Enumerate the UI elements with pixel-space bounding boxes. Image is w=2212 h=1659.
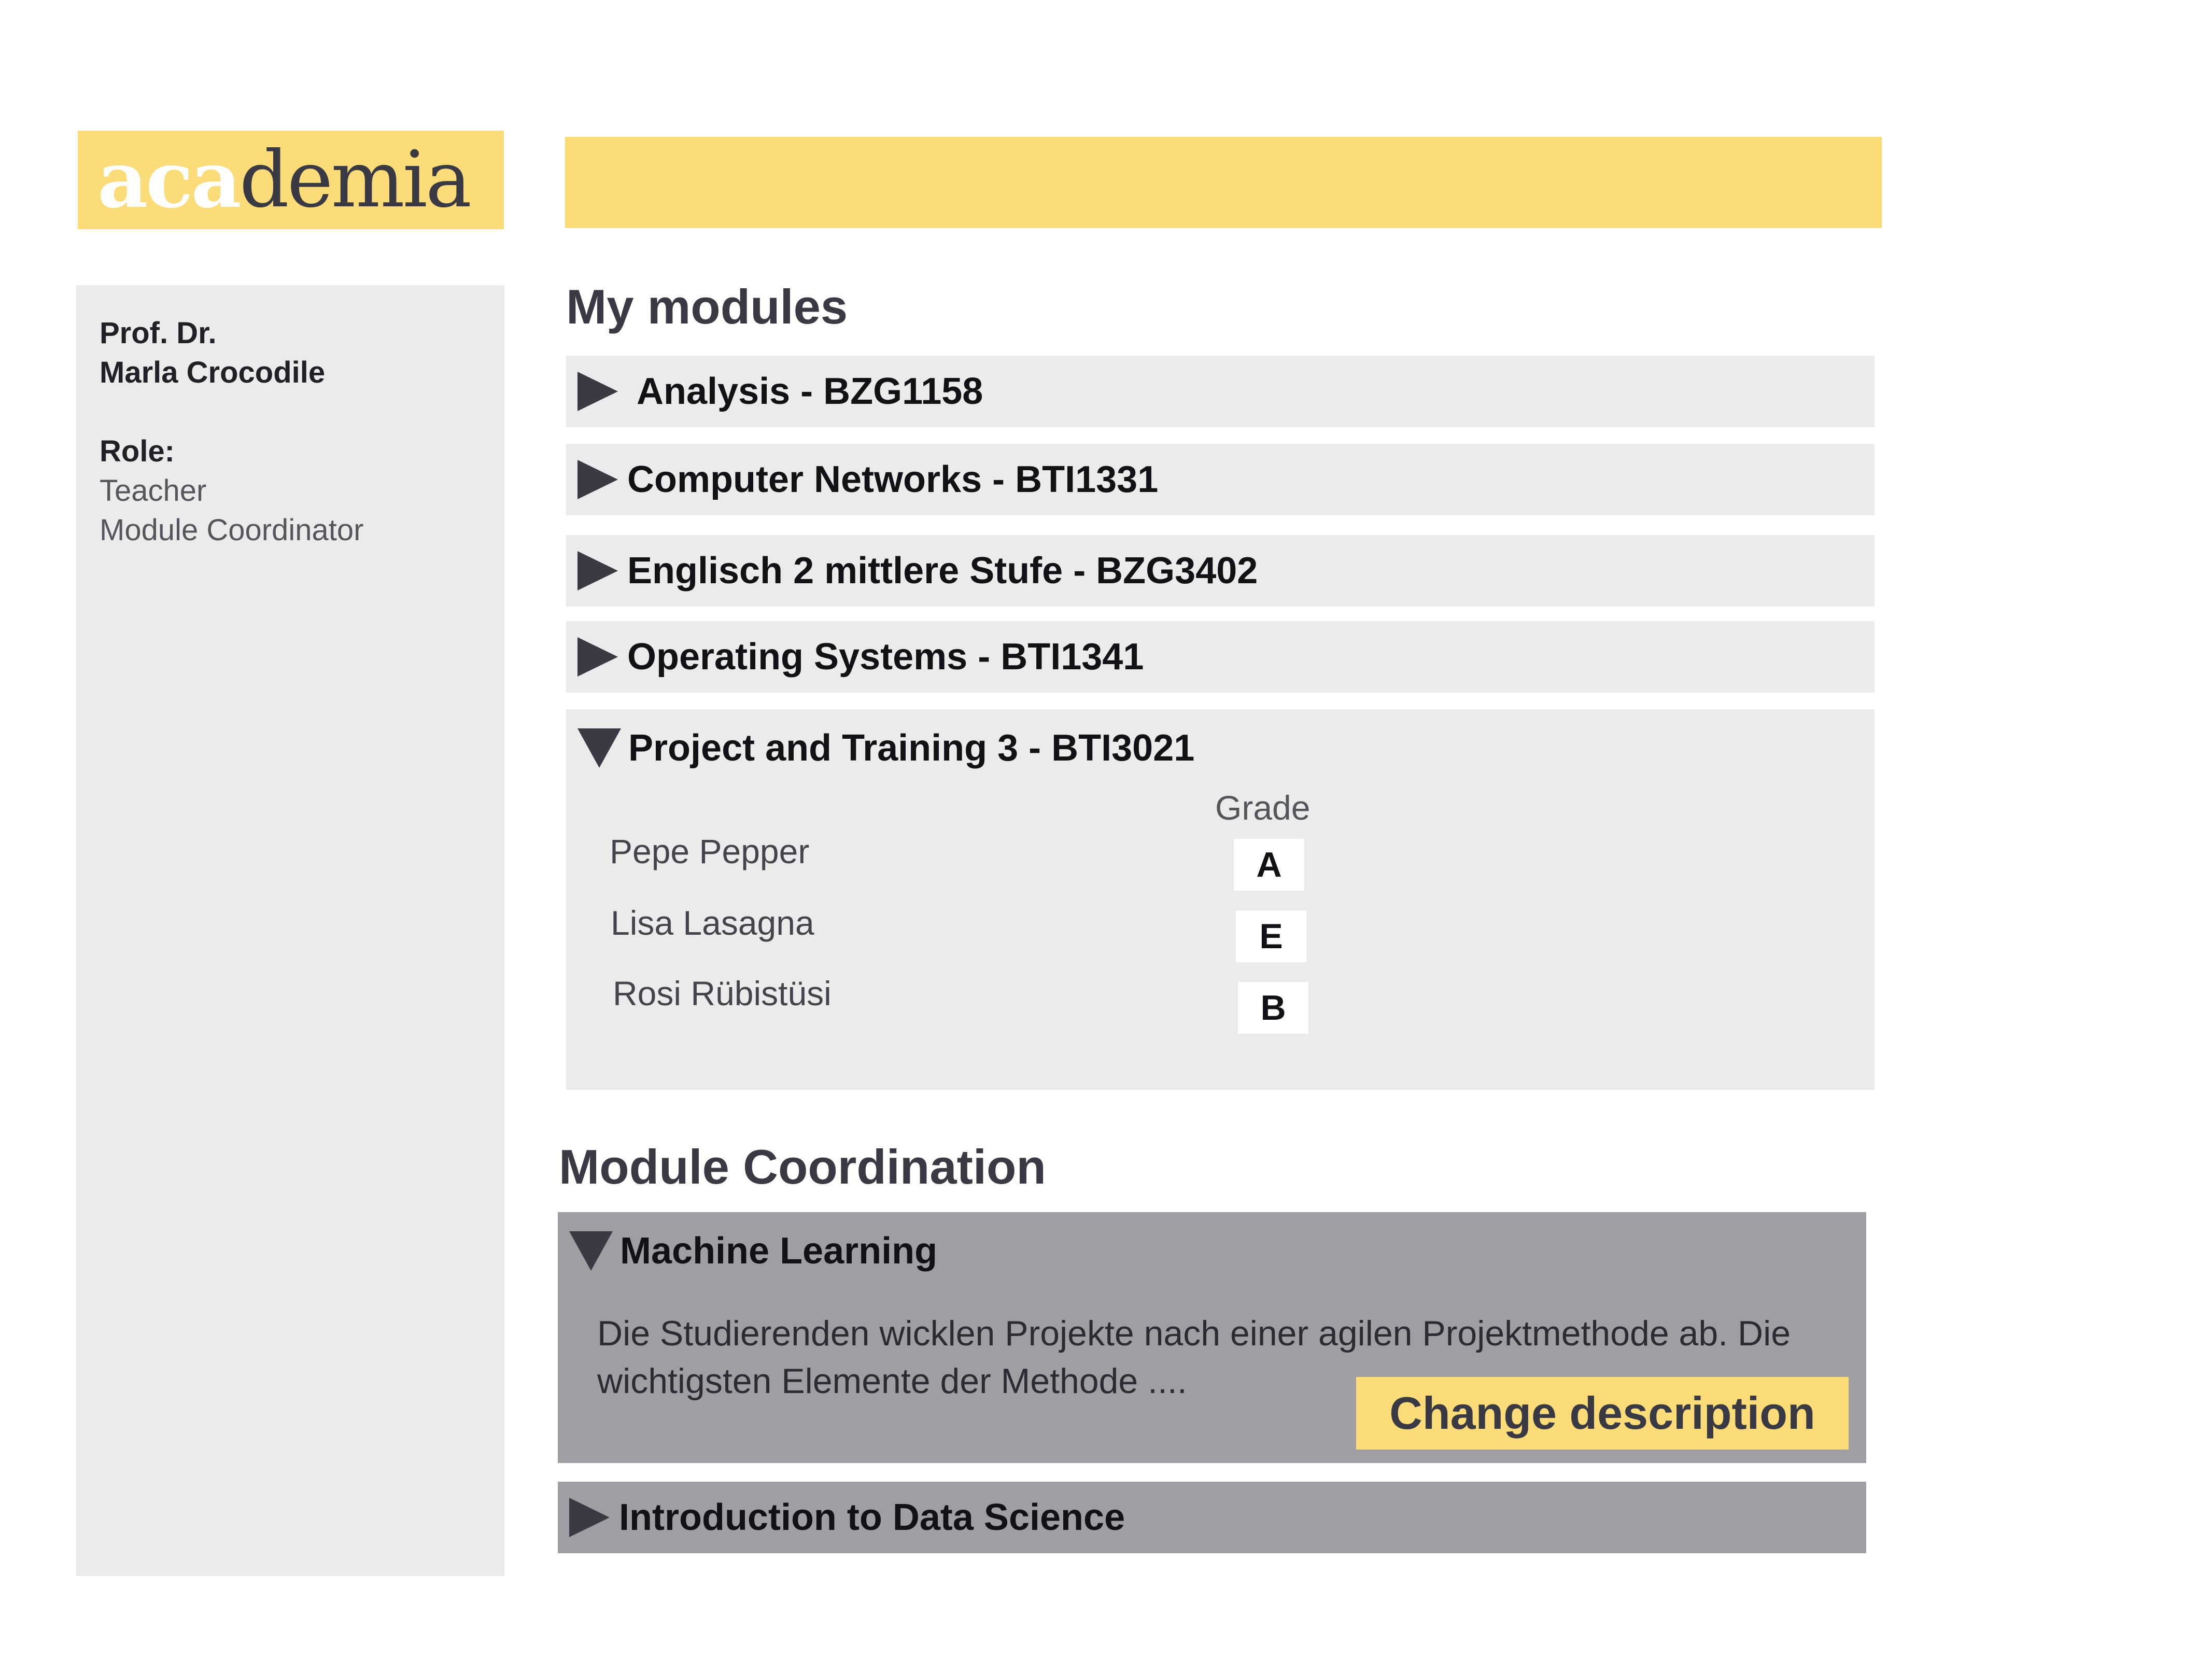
module-label: Englisch 2 mittlere Stufe - BZG3402 bbox=[627, 550, 1258, 592]
grade-column-header: Grade bbox=[1215, 789, 1311, 827]
description-line: Die Studierenden wicklen Projekte nach e… bbox=[597, 1314, 1791, 1353]
triangle-right-icon bbox=[577, 372, 618, 411]
module-coordination-title: Module Coordination bbox=[559, 1140, 1046, 1194]
module-row-englisch[interactable]: Englisch 2 mittlere Stufe - BZG3402 bbox=[566, 535, 1875, 607]
triangle-down-icon bbox=[569, 1231, 613, 1271]
grade-input[interactable]: B bbox=[1238, 982, 1308, 1034]
module-label: Analysis - BZG1158 bbox=[637, 371, 983, 412]
user-title: Prof. Dr. bbox=[100, 316, 217, 350]
logo-demia: demia bbox=[239, 135, 472, 225]
triangle-down-icon bbox=[577, 728, 621, 768]
role-module-coordinator: Module Coordinator bbox=[100, 513, 364, 547]
role-label: Role: bbox=[100, 434, 175, 468]
user-name: Marla Crocodile bbox=[100, 356, 326, 389]
logo-aca: aca bbox=[97, 134, 242, 226]
change-description-button[interactable]: Change description bbox=[1356, 1377, 1849, 1450]
role-teacher: Teacher bbox=[100, 474, 207, 508]
module-row-analysis[interactable]: Analysis - BZG1158 bbox=[566, 356, 1875, 427]
module-row-computer-networks[interactable]: Computer Networks - BTI1331 bbox=[566, 444, 1875, 515]
my-modules-title: My modules bbox=[566, 279, 848, 334]
student-name: Pepe Pepper bbox=[610, 832, 810, 870]
triangle-right-icon bbox=[577, 551, 618, 591]
coord-label: Introduction to Data Science bbox=[619, 1497, 1125, 1538]
academia-logo[interactable]: aca demia bbox=[78, 131, 504, 229]
header-bar bbox=[565, 137, 1882, 228]
grade-input[interactable]: E bbox=[1236, 910, 1306, 962]
triangle-right-icon bbox=[569, 1498, 610, 1537]
triangle-right-icon bbox=[577, 637, 618, 677]
triangle-right-icon bbox=[577, 460, 618, 499]
student-name: Lisa Lasagna bbox=[611, 904, 814, 942]
module-row-project-training: Project and Training 3 - BTI3021 bbox=[566, 709, 1875, 1090]
module-label: Project and Training 3 - BTI3021 bbox=[628, 727, 1195, 769]
coord-row-intro-data-science[interactable]: Introduction to Data Science bbox=[558, 1482, 1866, 1553]
module-header-project-training[interactable]: Project and Training 3 - BTI3021 bbox=[566, 709, 1875, 787]
module-label: Computer Networks - BTI1331 bbox=[627, 459, 1159, 500]
sidebar-profile: Prof. Dr. Marla Crocodile Role: Teacher … bbox=[76, 285, 504, 1576]
coord-header-machine-learning[interactable]: Machine Learning bbox=[558, 1212, 1866, 1290]
student-name: Rosi Rübistüsi bbox=[613, 974, 832, 1013]
coord-label: Machine Learning bbox=[620, 1230, 938, 1272]
module-row-operating-systems[interactable]: Operating Systems - BTI1341 bbox=[566, 621, 1875, 693]
grade-input[interactable]: A bbox=[1234, 839, 1304, 891]
module-label: Operating Systems - BTI1341 bbox=[627, 636, 1144, 678]
